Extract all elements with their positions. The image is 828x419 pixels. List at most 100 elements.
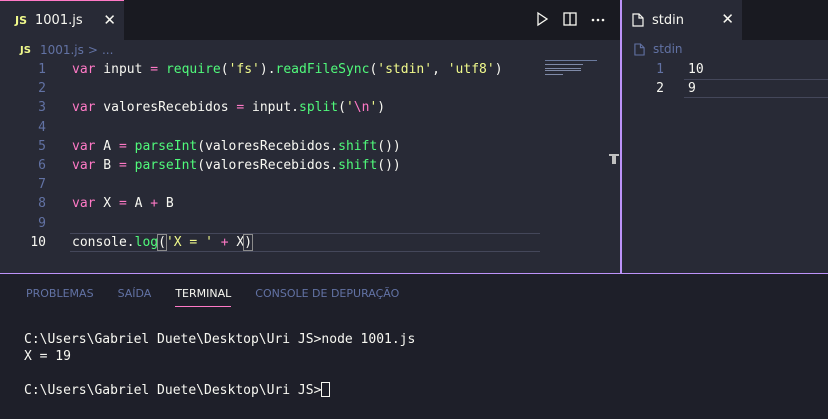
js-file-icon: JS	[15, 14, 28, 27]
stdin-text: 10	[688, 62, 704, 77]
tab-stdin[interactable]: stdin ✕	[622, 0, 742, 40]
code-token: (	[157, 233, 167, 251]
line-number: 6	[38, 157, 46, 173]
code-line[interactable]: 10 console.log('X = ' + X)	[0, 232, 540, 253]
code-token: var	[72, 138, 96, 154]
breadcrumb-more[interactable]: ...	[102, 43, 113, 57]
stdin-breadcrumb[interactable]: stdin	[634, 42, 683, 56]
code-token: X	[228, 234, 245, 250]
stdin-editor[interactable]: 1 10 2 9	[622, 60, 828, 99]
line-number: 8	[38, 196, 46, 212]
code-line[interactable]: 7	[0, 175, 540, 194]
code-token: ())	[377, 138, 401, 154]
code-token: 'X = '	[165, 234, 213, 250]
breadcrumb[interactable]: JS 1001.js > ...	[20, 42, 113, 58]
code-token: var	[72, 100, 96, 116]
run-icon[interactable]	[534, 11, 550, 27]
code-token: X	[95, 196, 119, 212]
code-text: var B = parseInt(valoresRecebidos.shift(…	[72, 156, 401, 175]
js-file-icon: JS	[20, 44, 31, 56]
code-token: ,	[432, 62, 448, 77]
code-token: =	[118, 196, 127, 212]
terminal-cursor	[321, 381, 331, 397]
code-token: =	[150, 62, 159, 77]
tab-label: stdin	[652, 12, 684, 28]
code-line[interactable]: 5 var A = parseInt(valoresRecebidos.shift…	[0, 137, 540, 156]
stdin-tab-bar: stdin ✕	[622, 0, 828, 40]
code-token: )	[243, 233, 254, 251]
code-token: '	[345, 100, 354, 116]
code-line[interactable]: 4	[0, 118, 540, 137]
panel-tab[interactable]: TERMINAL	[175, 287, 232, 307]
close-icon[interactable]: ✕	[103, 12, 116, 28]
code-token: shift	[338, 138, 378, 154]
breadcrumb-file[interactable]: stdin	[653, 42, 683, 56]
code-token: B	[158, 196, 174, 212]
stdin-text: 9	[688, 81, 696, 97]
line-number: 2	[656, 81, 664, 97]
code-token: )	[377, 100, 386, 116]
panel-tab[interactable]: PROBLEMAS	[26, 287, 94, 307]
more-actions-icon[interactable]	[590, 11, 606, 27]
code-token: split	[299, 100, 339, 116]
editor-tab-bar: JS 1001.js ✕	[0, 0, 620, 40]
code-token: shift	[338, 157, 378, 173]
terminal-line: X = 19	[24, 348, 71, 364]
minimap[interactable]	[543, 58, 603, 78]
split-editor-icon[interactable]	[562, 11, 578, 27]
code-token: input	[95, 62, 151, 77]
terminal-output[interactable]: C:\Users\Gabriel Duete\Desktop\Uri JS>no…	[24, 332, 415, 398]
code-token: 'fs'	[228, 62, 260, 77]
code-line[interactable]: 9	[0, 214, 540, 233]
line-number: 4	[38, 119, 46, 135]
line-number: 10	[30, 234, 46, 250]
breadcrumb-separator: >	[87, 43, 98, 57]
code-token: require	[165, 62, 221, 77]
code-line[interactable]: 1 var input = require('fs').readFileSync(…	[0, 60, 540, 79]
code-line[interactable]: 2	[0, 79, 540, 98]
overview-ruler-cursor-icon	[609, 154, 619, 164]
line-number: 1	[656, 62, 664, 77]
code-token: var	[72, 157, 96, 173]
code-token: +	[150, 196, 159, 212]
file-icon	[632, 13, 644, 27]
stdin-line[interactable]: 1 10	[622, 60, 828, 79]
code-text: var X = A + B	[72, 194, 174, 213]
code-token: var	[72, 196, 96, 212]
line-number: 1	[38, 62, 46, 77]
panel-tab[interactable]: CONSOLE DE DEPURAÇÃO	[255, 287, 399, 307]
close-icon[interactable]: ✕	[721, 11, 734, 27]
code-token: var	[72, 62, 96, 77]
editor-group: JS 1001.js ✕ JS 1001.js > ... 1 var input…	[0, 0, 620, 273]
code-token: A	[95, 138, 119, 154]
stdin-line[interactable]: 29	[622, 79, 828, 99]
code-token: console.	[72, 234, 135, 250]
code-token: parseInt	[134, 138, 198, 154]
breadcrumb-file[interactable]: 1001.js	[40, 43, 84, 57]
code-token: =	[118, 138, 127, 154]
code-token: (	[338, 100, 346, 116]
code-token: readFileSync	[275, 62, 370, 77]
line-number: 9	[38, 215, 46, 231]
editor-actions	[534, 11, 606, 27]
code-line[interactable]: 6 var B = parseInt(valoresRecebidos.shift…	[0, 156, 540, 175]
code-token: valoresRecebidos	[95, 100, 237, 116]
line-number: 2	[38, 81, 46, 97]
code-token: (	[220, 62, 229, 77]
code-token: B	[95, 157, 119, 173]
code-line[interactable]: 8 var X = A + B	[0, 194, 540, 213]
terminal-line: C:\Users\Gabriel Duete\Desktop\Uri JS>no…	[24, 332, 416, 347]
code-text: var A = parseInt(valoresRecebidos.shift(…	[72, 137, 401, 156]
code-line[interactable]: 3 var valoresRecebidos = input.split('\n'…	[0, 98, 540, 117]
tab-1001-js[interactable]: JS 1001.js ✕	[0, 0, 124, 40]
file-icon	[634, 42, 645, 56]
code-token: ())	[377, 157, 401, 173]
code-token: parseInt	[134, 157, 198, 173]
code-token: )	[494, 62, 503, 77]
panel-tab[interactable]: SAÍDA	[118, 287, 152, 307]
code-editor[interactable]: 1 var input = require('fs').readFileSync(…	[0, 60, 540, 253]
